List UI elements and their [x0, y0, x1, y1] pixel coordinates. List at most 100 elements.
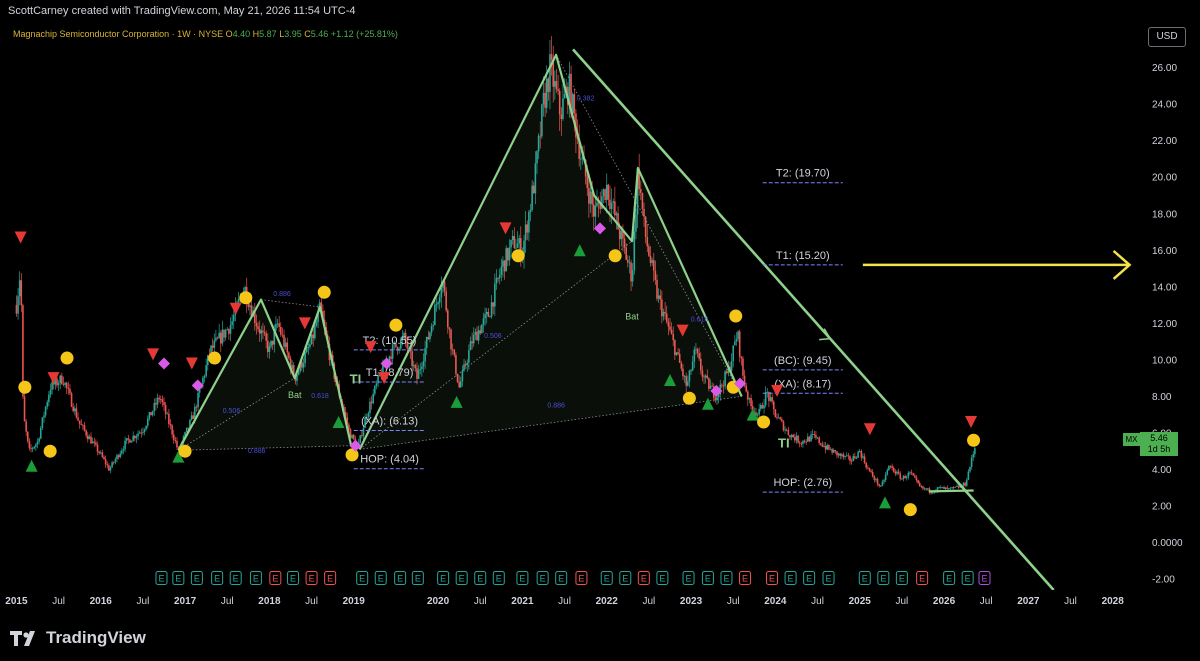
earnings-badge-label: E: [899, 574, 905, 584]
earnings-badge-label: E: [540, 574, 546, 584]
candle-body: [20, 280, 23, 306]
candle-body: [946, 487, 949, 489]
earnings-badge: E: [858, 571, 871, 585]
candle-body: [195, 406, 198, 408]
candle-body: [151, 411, 154, 416]
earnings-badge: E: [575, 571, 588, 585]
candle-body: [802, 440, 804, 444]
signal-circle-icon: [608, 249, 622, 263]
pattern-ratio-label: 0.506: [223, 408, 241, 415]
earnings-badge: E: [249, 571, 262, 585]
y-axis[interactable]: 26.00 24.00 22.00 20.00 18.00 16.00 14.00 12.00…: [1138, 22, 1200, 618]
earnings-badge: E: [877, 571, 890, 585]
earnings-badge: E: [720, 571, 733, 585]
x-axis[interactable]: 2015 Jul 2016 Jul 2017 Jul 2018 Jul 2019 2020 Jul 2…: [0, 590, 1200, 618]
symbol-legend[interactable]: Magnachip Semiconductor Corporation · 1W…: [13, 29, 398, 39]
tradingview-logo[interactable]: TradingView: [10, 628, 146, 648]
candle-body: [750, 398, 752, 407]
candle-body: [112, 462, 115, 464]
candle-body: [781, 419, 783, 422]
candle-body: [93, 441, 96, 443]
pattern-ratio-label: 0.886: [273, 291, 291, 298]
earnings-badge-label: E: [272, 574, 278, 584]
candle-body: [936, 487, 939, 491]
candle-body: [873, 476, 876, 480]
x-tick-label: Jul: [1064, 596, 1077, 607]
x-tick-label: 2017: [174, 596, 197, 607]
candle-body: [766, 391, 769, 393]
candle-body: [72, 406, 74, 412]
y-tick-label: 4.00: [1152, 465, 1172, 476]
candle-body: [808, 436, 811, 442]
signal-diamond-icon: [191, 379, 204, 392]
bearish-triangle-icon: [298, 317, 311, 330]
x-tick-label: 2025: [849, 596, 872, 607]
candle-body: [69, 388, 71, 394]
candle-body: [881, 481, 884, 486]
candle-body: [912, 473, 915, 476]
candle-body: [83, 425, 86, 431]
candle-body: [605, 184, 608, 201]
candle-body: [352, 434, 355, 440]
candle-body: [146, 418, 149, 426]
earnings-badge: E: [155, 571, 168, 585]
x-tick-label: Jul: [811, 596, 824, 607]
price-tag-box: 5.46 1d 5h: [1140, 432, 1178, 456]
price-tag-value: 5.46: [1150, 433, 1168, 443]
candle-body: [142, 432, 144, 433]
candle-body: [82, 425, 84, 426]
candle-body: [790, 434, 793, 438]
candle-body: [550, 54, 553, 60]
candle-body: [134, 435, 136, 439]
candle-body: [805, 441, 808, 443]
candle-body: [74, 408, 76, 412]
candle-body: [31, 448, 34, 450]
candle-body: [390, 356, 392, 359]
candle-body: [138, 432, 141, 434]
candle-body: [792, 434, 795, 438]
candle-body: [836, 451, 838, 456]
candle-body: [852, 456, 855, 462]
earnings-badge: E: [978, 571, 991, 585]
candle-body: [834, 450, 837, 452]
earnings-badge: E: [474, 571, 487, 585]
price-chart[interactable]: T2: (10.55)T1: (8.79)(XA): (6.13)HOP: (4…: [0, 0, 1200, 661]
candle-body: [215, 337, 217, 341]
candle-body: [46, 402, 49, 407]
earnings-badge-label: E: [214, 574, 220, 584]
legend-open-value: 4.40: [232, 29, 251, 39]
candle-body: [761, 405, 764, 409]
earnings-badge-label: E: [378, 574, 384, 584]
candle-body: [224, 330, 227, 338]
candle-body: [168, 413, 170, 424]
candle-body: [26, 431, 29, 441]
candle-body: [164, 404, 167, 414]
x-tick-label: 2019: [343, 596, 366, 607]
footer: TradingView: [0, 618, 1200, 661]
candle-body: [172, 434, 175, 440]
candle-body: [129, 439, 131, 443]
candle-body: [135, 436, 138, 439]
y-tick-label: 22.00: [1152, 136, 1177, 147]
bearish-triangle-icon: [965, 415, 978, 428]
earnings-badge-label: E: [946, 574, 952, 584]
candle-body: [351, 434, 353, 439]
candle-body: [374, 386, 376, 394]
candle-body: [108, 465, 110, 471]
candle-body: [855, 457, 858, 459]
candle-body: [61, 375, 63, 384]
x-tick-label: 2015: [5, 596, 28, 607]
candle-body: [101, 452, 104, 457]
candle-body: [941, 486, 944, 488]
candle-body: [187, 427, 190, 429]
candle-body: [51, 381, 53, 391]
candle-body: [787, 430, 790, 436]
candle-body: [190, 415, 193, 420]
candle-body: [33, 446, 36, 449]
candle-body: [850, 460, 853, 462]
earnings-badge-label: E: [723, 574, 729, 584]
currency-button[interactable]: USD: [1148, 27, 1186, 47]
candle-body: [964, 482, 966, 486]
price-tag-countdown: 1d 5h: [1147, 444, 1171, 454]
candle-body: [915, 477, 918, 481]
